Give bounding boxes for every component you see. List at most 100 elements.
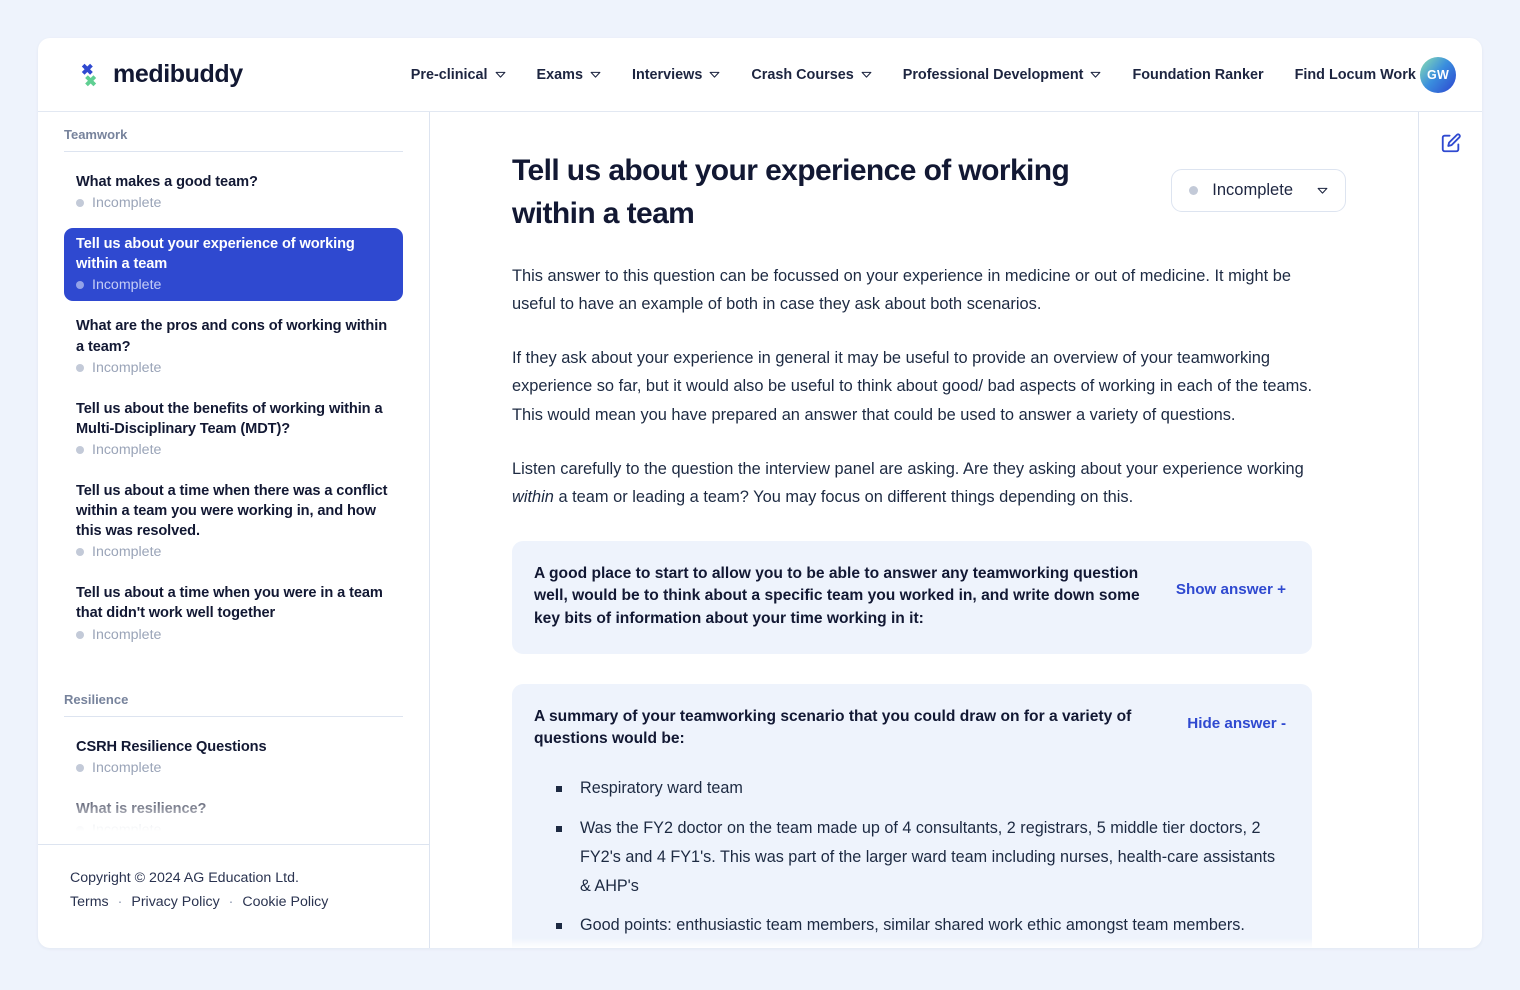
nav-item-crash-courses[interactable]: Crash Courses xyxy=(751,66,872,83)
nav-item-foundation-ranker[interactable]: Foundation Ranker xyxy=(1132,67,1263,83)
sidebar-item-csrh-resilience-questions[interactable]: CSRH Resilience Questions Incomplete xyxy=(64,731,403,784)
sidebar-item-what-makes-a-good-team[interactable]: What makes a good team? Incomplete xyxy=(64,166,403,219)
app-card: medibuddy Pre-clinical Exams Interviews … xyxy=(38,38,1482,948)
status-dot-icon xyxy=(76,825,84,834)
list-item: Good points: enthusiastic team members, … xyxy=(556,911,1286,940)
intro-paragraph-2: If they ask about your experience in gen… xyxy=(512,349,1312,424)
nav-label: Find Locum Work xyxy=(1294,66,1416,83)
callout-bullet-list: Respiratory ward team Was the FY2 doctor… xyxy=(556,774,1286,948)
main-content: Tell us about your experience of working… xyxy=(430,112,1482,948)
edit-note-button[interactable] xyxy=(1436,128,1466,158)
status-dot-icon xyxy=(76,445,84,454)
legal-links: Terms · Privacy Policy · Cookie Policy xyxy=(70,894,403,910)
sidebar-item-title: CSRH Resilience Questions xyxy=(76,738,267,755)
sidebar-item-status: Incomplete xyxy=(76,760,391,776)
sidebar-item-status: Incomplete xyxy=(76,822,391,838)
callout-title: A good place to start to allow you to be… xyxy=(534,565,1140,627)
nav-label: Foundation Ranker xyxy=(1132,66,1264,83)
chevron-down-icon xyxy=(861,71,872,78)
legal-separator: · xyxy=(117,894,123,910)
page-title: Tell us about your experience of working… xyxy=(512,154,1070,230)
paragraph-3-before: Listen carefully to the question the int… xyxy=(512,459,1304,478)
status-dot-icon xyxy=(76,363,84,372)
nav-label: Interviews xyxy=(631,66,703,83)
avatar-initials: GW xyxy=(1426,67,1450,82)
status-label: Incomplete xyxy=(92,359,162,376)
sidebar-item-mdt-benefits[interactable]: Tell us about the benefits of working wi… xyxy=(64,393,403,466)
list-item: Respiratory ward team xyxy=(556,774,1286,803)
medibuddy-logo-icon xyxy=(81,63,97,86)
show-answer-button[interactable]: Show answer + xyxy=(1176,581,1286,598)
nav-item-find-locum-work[interactable]: Find Locum Work xyxy=(1295,67,1416,83)
list-item: Was the FY2 doctor on the team made up o… xyxy=(556,814,1286,900)
hide-answer-button[interactable]: Hide answer - xyxy=(1187,715,1286,732)
paragraph-3-after: a team or leading a team? You may focus … xyxy=(553,488,1134,507)
callout-title: A summary of your teamworking scenario t… xyxy=(534,707,1132,747)
sidebar: Teamwork What makes a good team? Incompl… xyxy=(38,112,430,948)
terms-link[interactable]: Terms xyxy=(70,894,109,910)
status-label: Incomplete xyxy=(92,759,162,776)
sidebar-item-title: Tell us about the benefits of working wi… xyxy=(76,400,383,437)
callout-card-collapsed: A good place to start to allow you to be… xyxy=(512,541,1312,654)
sidebar-item-experience-working-within-a-team[interactable]: Tell us about your experience of working… xyxy=(64,228,403,302)
status-dropdown[interactable]: Incomplete xyxy=(1171,169,1346,212)
status-dot-icon xyxy=(76,763,84,772)
sidebar-item-status: Incomplete xyxy=(76,627,391,643)
status-dot-icon xyxy=(76,630,84,639)
nav-item-professional-development[interactable]: Professional Development xyxy=(903,67,1102,83)
status-dot-icon xyxy=(1189,186,1199,195)
nav-label: Crash Courses xyxy=(751,66,854,83)
right-rail xyxy=(1418,112,1482,948)
nav-label: Pre-clinical xyxy=(410,66,488,83)
status-dot-icon xyxy=(76,548,84,557)
sidebar-item-status: Incomplete xyxy=(76,195,391,211)
status-label: Incomplete xyxy=(92,195,162,212)
status-label: Incomplete xyxy=(92,821,162,838)
privacy-policy-link[interactable]: Privacy Policy xyxy=(131,894,219,910)
sidebar-item-team-didnt-work-well[interactable]: Tell us about a time when you were in a … xyxy=(64,577,403,650)
sidebar-footer: Copyright © 2024 AG Education Ltd. Terms… xyxy=(38,844,429,948)
paragraph-3-emphasis: within xyxy=(512,488,554,507)
sidebar-item-title: What is resilience? xyxy=(76,800,207,817)
status-dot-icon xyxy=(76,199,84,208)
edit-pencil-square-icon xyxy=(1441,133,1461,153)
intro-paragraph-3: Listen carefully to the question the int… xyxy=(512,455,1317,511)
nav-item-pre-clinical[interactable]: Pre-clinical xyxy=(411,67,506,83)
sidebar-item-title: Tell us about a time when there was a co… xyxy=(76,482,388,540)
nav-label: Exams xyxy=(536,66,583,83)
sidebar-item-status: Incomplete xyxy=(76,360,391,376)
legal-separator: · xyxy=(228,894,234,910)
sidebar-item-status: Incomplete xyxy=(76,442,391,458)
copyright-text: Copyright © 2024 AG Education Ltd. xyxy=(70,870,299,886)
body-row: Teamwork What makes a good team? Incompl… xyxy=(38,112,1482,948)
sidebar-item-what-is-resilience[interactable]: What is resilience? Incomplete xyxy=(64,793,403,844)
sidebar-item-title: Tell us about your experience of working… xyxy=(76,236,355,273)
chevron-down-icon xyxy=(709,71,720,78)
cookie-policy-link[interactable]: Cookie Policy xyxy=(242,894,328,910)
status-value: Incomplete xyxy=(1212,181,1293,199)
status-dot-icon xyxy=(76,281,84,290)
sidebar-question-list[interactable]: Teamwork What makes a good team? Incompl… xyxy=(38,112,429,844)
sidebar-group-label-teamwork: Teamwork xyxy=(64,112,403,152)
title-row: Tell us about your experience of working… xyxy=(512,150,1346,236)
nav-item-interviews[interactable]: Interviews xyxy=(632,67,720,83)
chevron-down-icon xyxy=(1091,71,1101,78)
sidebar-item-title: What are the pros and cons of working wi… xyxy=(76,318,388,355)
sidebar-item-title: What makes a good team? xyxy=(76,174,258,190)
chevron-down-icon xyxy=(590,71,601,78)
sidebar-item-pros-and-cons[interactable]: What are the pros and cons of working wi… xyxy=(64,310,403,383)
main-nav: Pre-clinical Exams Interviews Crash Cour… xyxy=(411,67,1416,83)
nav-label: Professional Development xyxy=(902,66,1084,83)
callout-header: A summary of your teamworking scenario t… xyxy=(534,706,1286,750)
sidebar-item-status: Incomplete xyxy=(76,544,391,560)
avatar[interactable]: GW xyxy=(1420,56,1456,93)
nav-item-exams[interactable]: Exams xyxy=(537,67,601,83)
sidebar-item-title: Tell us about a time when you were in a … xyxy=(76,585,383,622)
chevron-down-icon xyxy=(1317,187,1328,194)
main-scroll-area[interactable]: Tell us about your experience of working… xyxy=(430,112,1418,948)
sidebar-item-status: Incomplete xyxy=(76,277,391,293)
sidebar-item-team-conflict[interactable]: Tell us about a time when there was a co… xyxy=(64,475,403,568)
sidebar-group-label-resilience: Resilience xyxy=(64,660,403,717)
brand-logo[interactable]: medibuddy xyxy=(74,60,243,90)
brand-name: medibuddy xyxy=(113,60,243,88)
